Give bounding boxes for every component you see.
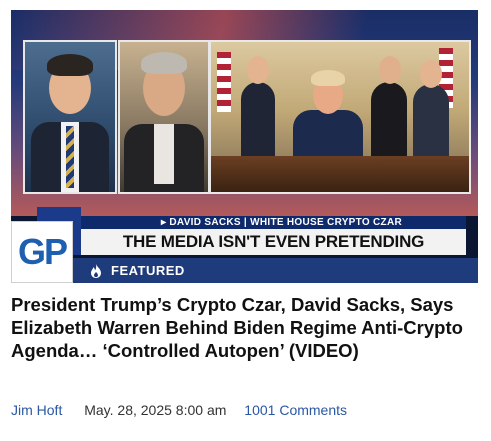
bg-person-3-head bbox=[420, 60, 442, 88]
host-hair bbox=[47, 54, 93, 76]
chyron-headline: THE MEDIA ISN'T EVEN PRETENDING ANYMORE bbox=[81, 229, 466, 277]
video-pane-guest bbox=[118, 40, 210, 194]
article-meta: Jim Hoft May. 28, 2025 8:00 am 1001 Comm… bbox=[11, 402, 347, 418]
author-link[interactable]: Jim Hoft bbox=[11, 402, 62, 418]
site-logo: GP bbox=[11, 221, 73, 283]
publish-date: May. 28, 2025 8:00 am bbox=[84, 402, 227, 418]
flag-left bbox=[217, 52, 231, 112]
host-tie bbox=[66, 126, 74, 188]
guest-hair bbox=[141, 52, 187, 74]
video-pane-host bbox=[23, 40, 117, 194]
seated-figure-hair bbox=[311, 70, 345, 86]
video-pane-oval-office bbox=[209, 40, 471, 194]
comments-link[interactable]: 1001 Comments bbox=[244, 402, 347, 418]
article-title[interactable]: President Trump’s Crypto Czar, David Sac… bbox=[11, 293, 481, 362]
bg-person-2-head bbox=[379, 56, 401, 84]
featured-bar[interactable]: FEATURED bbox=[73, 258, 478, 283]
broadcast-still bbox=[11, 10, 478, 216]
fire-icon bbox=[89, 263, 103, 278]
bg-person-1-head bbox=[247, 56, 269, 84]
resolute-desk bbox=[211, 156, 469, 192]
guest-shirt bbox=[154, 124, 174, 184]
site-logo-text: GP bbox=[17, 231, 68, 272]
article-card[interactable]: ▸ DAVID SACKS | WHITE HOUSE CRYPTO CZAR … bbox=[11, 10, 478, 283]
featured-label: FEATURED bbox=[111, 263, 185, 278]
chyron-subtitle: ▸ DAVID SACKS | WHITE HOUSE CRYPTO CZAR bbox=[81, 216, 466, 229]
featured-image[interactable]: ▸ DAVID SACKS | WHITE HOUSE CRYPTO CZAR … bbox=[11, 10, 478, 283]
